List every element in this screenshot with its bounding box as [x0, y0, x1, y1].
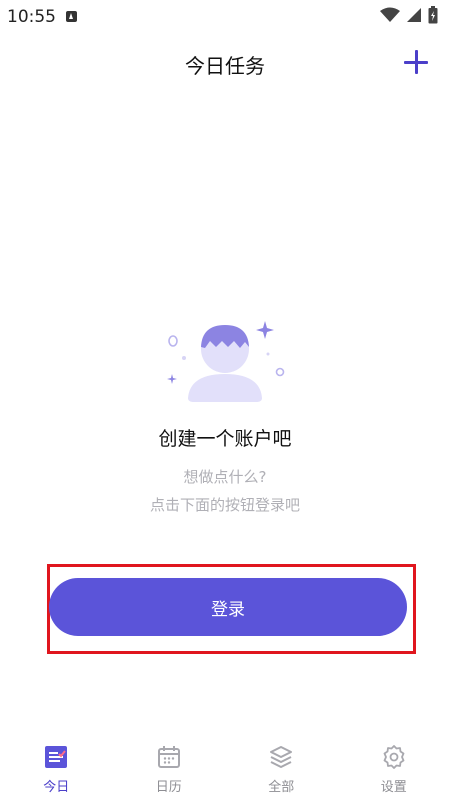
nav-label-all: 全部 — [268, 780, 295, 795]
today-icon — [45, 746, 68, 768]
nav-label-calendar: 日历 — [155, 780, 182, 795]
nav-label-today: 今日 — [43, 780, 70, 795]
battery-icon — [428, 6, 438, 24]
wifi-icon — [380, 7, 400, 22]
add-task-button[interactable] — [402, 48, 430, 76]
nav-item-all[interactable]: 全部 — [225, 738, 338, 800]
nav-item-today[interactable]: 今日 — [0, 738, 113, 800]
login-button[interactable]: 登录 — [49, 578, 407, 636]
empty-user-illustration — [167, 321, 285, 402]
calendar-icon — [157, 746, 180, 768]
empty-state-line-2: 点击下面的按钮登录吧 — [149, 496, 300, 514]
nav-item-calendar[interactable]: 日历 — [113, 738, 226, 800]
nav-item-settings[interactable]: 设置 — [338, 738, 450, 800]
layers-icon — [270, 746, 293, 768]
status-time: 10:55 — [7, 7, 56, 27]
nav-label-settings: 设置 — [380, 780, 407, 795]
status-icons — [380, 6, 438, 24]
bottom-nav: 今日 日历 全部 设置 — [0, 738, 450, 800]
gear-icon — [383, 745, 405, 769]
empty-state-line-1: 想做点什么? — [183, 468, 267, 486]
notification-a-icon — [66, 11, 77, 22]
empty-state-title: 创建一个账户吧 — [158, 428, 292, 450]
app-header: 今日任务 — [0, 34, 450, 92]
signal-icon — [407, 8, 421, 22]
status-bar: 10:55 — [0, 0, 450, 34]
page-title: 今日任务 — [185, 54, 265, 78]
